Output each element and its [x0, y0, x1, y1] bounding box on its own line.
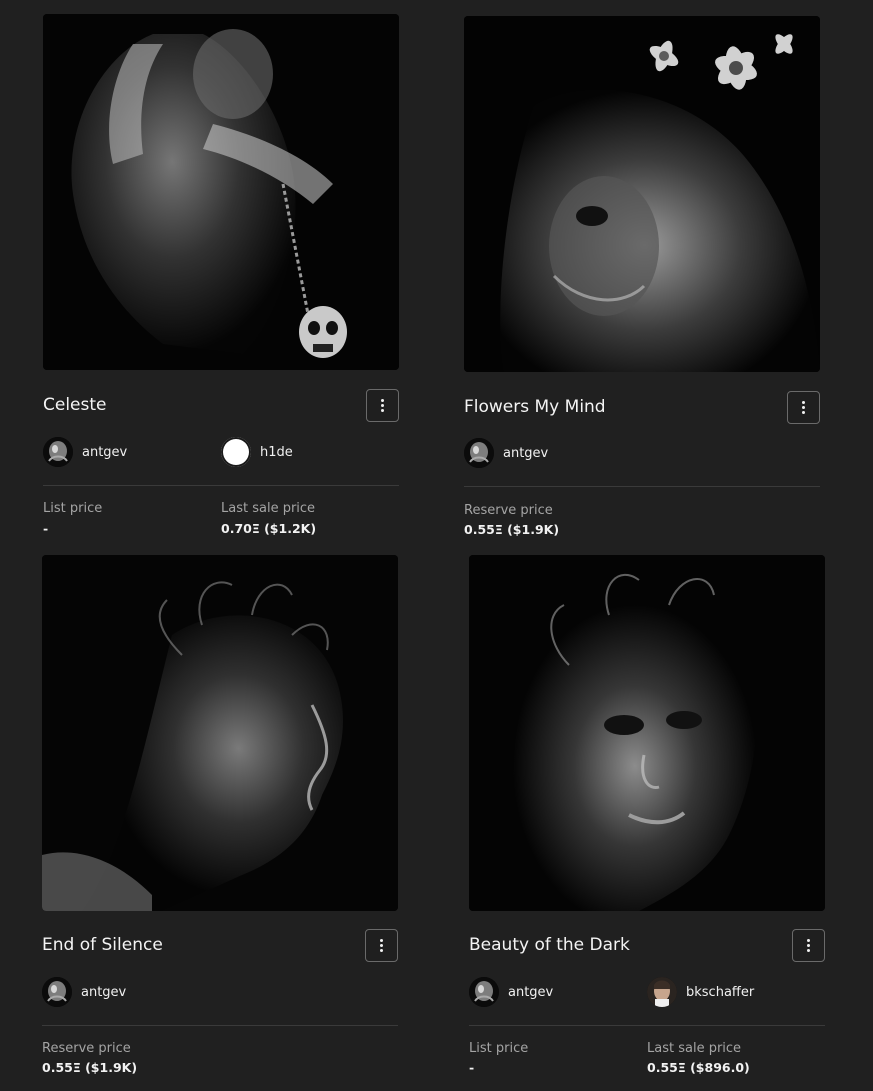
artwork-title[interactable]: Flowers My Mind [464, 397, 606, 417]
nft-card-flowers-my-mind[interactable]: Flowers My Mind antgev Reserve price 0.5… [464, 16, 820, 546]
reserve-price-value: 0.55Ξ ($1.9K) [464, 522, 560, 537]
more-options-button[interactable] [365, 929, 398, 962]
creator-link[interactable]: antgev [43, 437, 127, 467]
artwork-image[interactable] [43, 14, 399, 370]
owner-name: bkschaffer [686, 984, 755, 1000]
vertical-dots-icon [380, 939, 383, 952]
last-sale-label: Last sale price [221, 501, 316, 516]
artwork-dark-profile [42, 555, 398, 911]
artist-avatar [469, 977, 499, 1007]
artist-avatar [464, 438, 494, 468]
last-sale-value: 0.55Ξ ($896.0) [647, 1060, 750, 1075]
owner-name: h1de [260, 444, 293, 460]
vertical-dots-icon [807, 939, 810, 952]
artwork-shattered-face [469, 555, 825, 911]
divider [464, 486, 820, 487]
creator-link[interactable]: antgev [469, 977, 553, 1007]
more-options-button[interactable] [792, 929, 825, 962]
reserve-price-label: Reserve price [42, 1041, 131, 1056]
owner-link[interactable]: h1de [221, 437, 293, 467]
nft-card-celeste[interactable]: Celeste antgev h1de List price - Last sa… [43, 14, 399, 544]
list-price-value: - [469, 1060, 475, 1075]
divider [43, 485, 399, 486]
creator-link[interactable]: antgev [42, 977, 126, 1007]
last-sale-value: 0.70Ξ ($1.2K) [221, 521, 317, 536]
divider [42, 1025, 398, 1026]
artwork-image[interactable] [464, 16, 820, 372]
photo-avatar [647, 977, 677, 1007]
last-sale-label: Last sale price [647, 1041, 742, 1056]
creator-name: antgev [81, 984, 127, 1000]
artist-avatar [43, 437, 73, 467]
list-price-label: List price [43, 501, 103, 516]
nft-card-end-of-silence[interactable]: End of Silence antgev Reserve price 0.55… [42, 555, 398, 1085]
more-options-button[interactable] [366, 389, 399, 422]
artwork-image[interactable] [469, 555, 825, 911]
creator-name: antgev [82, 444, 128, 460]
artwork-title[interactable]: Celeste [43, 395, 107, 415]
artwork-image[interactable] [42, 555, 398, 911]
white-circle-avatar [221, 437, 251, 467]
owner-link[interactable]: bkschaffer [647, 977, 754, 1007]
creator-link[interactable]: antgev [464, 438, 548, 468]
reserve-price-label: Reserve price [464, 503, 553, 518]
artwork-face-with-flowers [464, 16, 820, 372]
artwork-winged-figure [43, 14, 399, 370]
list-price-label: List price [469, 1041, 529, 1056]
artwork-title[interactable]: End of Silence [42, 935, 163, 955]
vertical-dots-icon [381, 399, 384, 412]
nft-card-beauty-of-the-dark[interactable]: Beauty of the Dark antgev bkschaffer Lis… [469, 555, 825, 1085]
vertical-dots-icon [802, 401, 805, 414]
reserve-price-value: 0.55Ξ ($1.9K) [42, 1060, 138, 1075]
artist-avatar [42, 977, 72, 1007]
list-price-value: - [43, 521, 49, 536]
divider [469, 1025, 825, 1026]
more-options-button[interactable] [787, 391, 820, 424]
artwork-title[interactable]: Beauty of the Dark [469, 935, 630, 955]
creator-name: antgev [503, 445, 549, 461]
creator-name: antgev [508, 984, 554, 1000]
